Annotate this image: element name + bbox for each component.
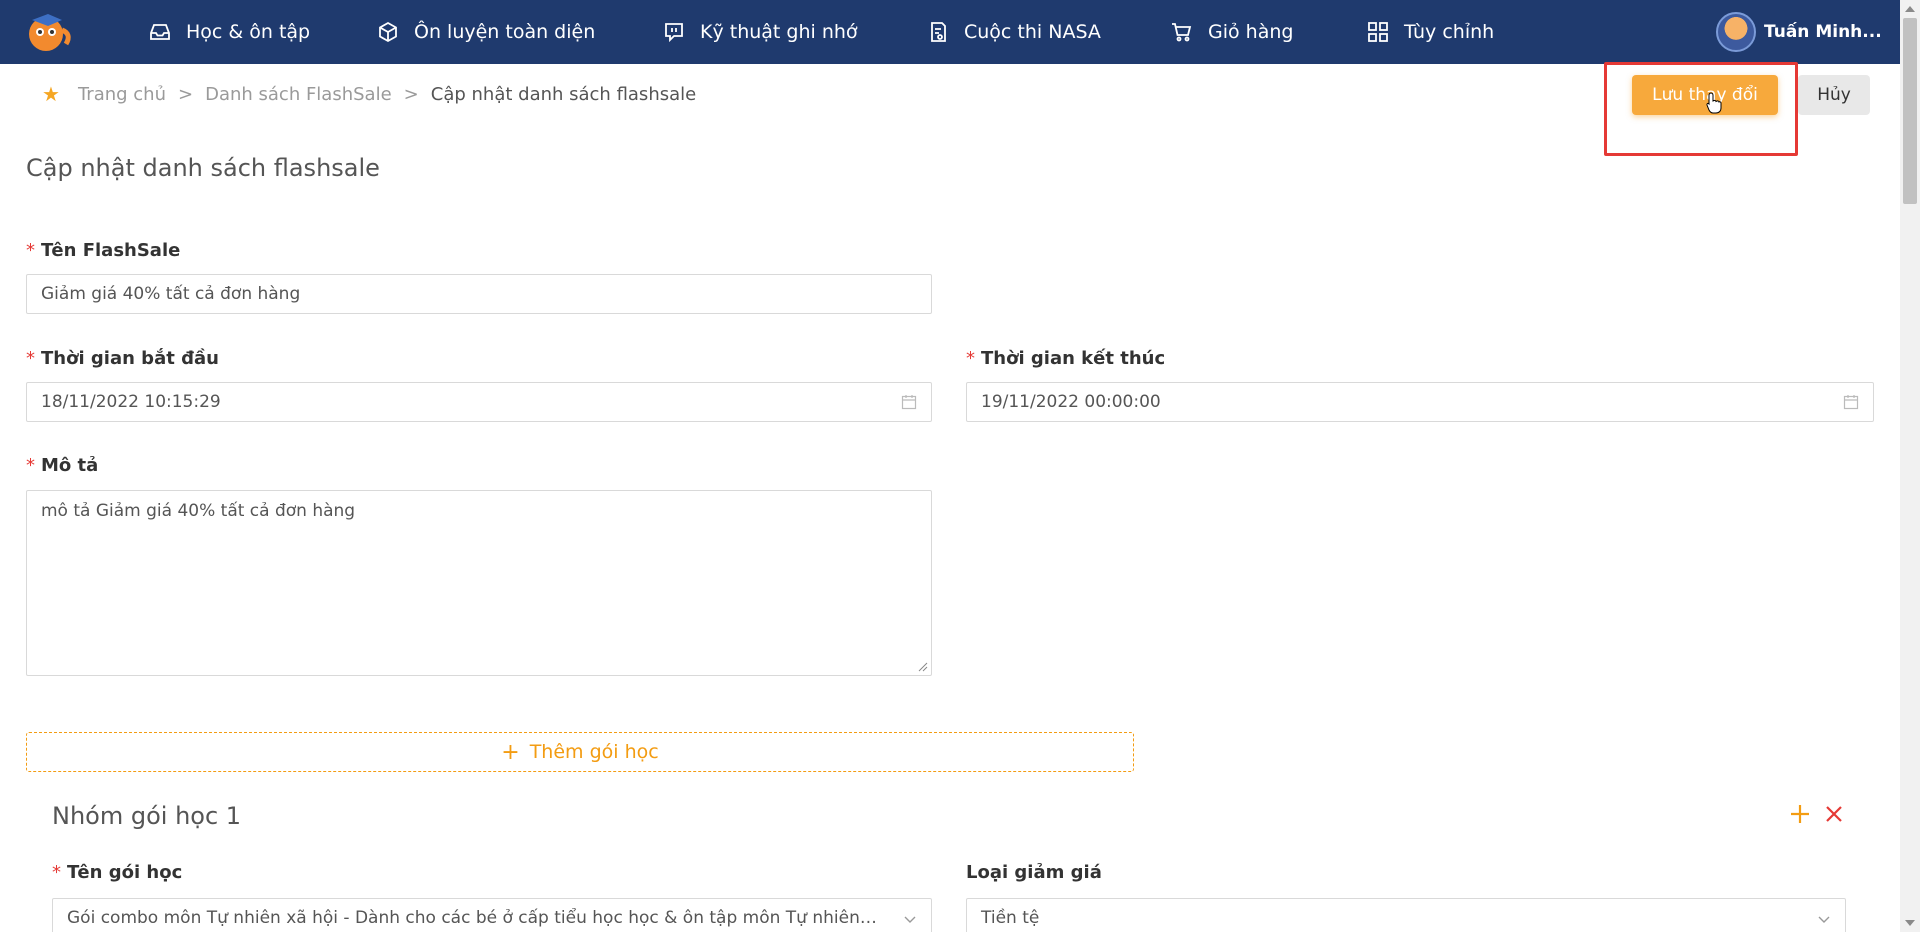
- breadcrumb-separator: >: [178, 83, 194, 105]
- discount-type-label: Loại giảm giá: [966, 862, 1102, 883]
- resize-grip-icon[interactable]: [918, 662, 928, 672]
- chevron-down-icon: [904, 916, 916, 923]
- save-button[interactable]: Lưu thay đổi: [1632, 75, 1778, 115]
- breadcrumb-home[interactable]: Trang chủ: [78, 84, 166, 105]
- cart-icon: [1172, 23, 1192, 42]
- breadcrumb-separator: >: [403, 83, 419, 105]
- nav-item-label: Học & ôn tập: [186, 21, 311, 43]
- nav-item-memory[interactable]: Kỹ thuật ghi nhớ: [662, 0, 858, 64]
- nav-item-label: Ôn luyện toàn diện: [414, 21, 596, 43]
- top-navbar: Học & ôn tập Ôn luyện toàn diện Kỹ thuật…: [0, 0, 1900, 64]
- breadcrumb-current: Cập nhật danh sách flashsale: [430, 83, 697, 105]
- scroll-up-icon[interactable]: [1905, 6, 1915, 12]
- chevron-down-icon: [1818, 916, 1830, 923]
- scroll-down-icon[interactable]: [1905, 920, 1915, 926]
- cancel-button[interactable]: Hủy: [1798, 75, 1870, 115]
- certificate-icon: [931, 22, 946, 42]
- avatar: [1716, 12, 1756, 52]
- chat-icon: [665, 23, 683, 43]
- nav-item-customize[interactable]: Tùy chỉnh: [1366, 0, 1494, 64]
- flashsale-name-input[interactable]: Giảm giá 40% tất cả đơn hàng: [26, 274, 932, 314]
- start-time-input[interactable]: 18/11/2022 10:15:29: [26, 382, 932, 422]
- box-icon: [379, 21, 397, 43]
- course-group-title: Nhóm gói học 1: [52, 802, 242, 830]
- nav-item-cart[interactable]: Giỏ hàng: [1170, 0, 1293, 64]
- start-time-label: * Thời gian bắt đầu: [26, 348, 219, 369]
- end-time-input[interactable]: 19/11/2022 00:00:00: [966, 382, 1874, 422]
- scrollbar-thumb[interactable]: [1903, 18, 1917, 204]
- breadcrumb: ★ Trang chủ > Danh sách FlashSale > Cập …: [42, 82, 696, 106]
- nav-item-contest[interactable]: Cuộc thi NASA: [926, 0, 1101, 64]
- description-textarea[interactable]: mô tả Giảm giá 40% tất cả đơn hàng: [26, 490, 932, 676]
- discount-type-select[interactable]: Tiền tệ: [966, 898, 1846, 932]
- add-course-button[interactable]: + Thêm gói học: [26, 732, 1134, 772]
- nav-item-label: Cuộc thi NASA: [964, 21, 1101, 43]
- course-name-label: * Tên gói học: [52, 862, 183, 883]
- hand-cursor-icon: [1706, 92, 1722, 114]
- grid-icon: [1368, 22, 1388, 42]
- breadcrumb-list[interactable]: Danh sách FlashSale: [205, 84, 392, 105]
- end-time-label: * Thời gian kết thúc: [966, 348, 1166, 369]
- flashsale-name-label: * Tên FlashSale: [26, 240, 181, 261]
- page-title: Cập nhật danh sách flashsale: [26, 154, 380, 182]
- plus-icon: +: [501, 739, 520, 765]
- user-name: Tuấn Minh...: [1764, 22, 1882, 42]
- nav-item-label: Kỹ thuật ghi nhớ: [700, 21, 858, 43]
- logo-icon[interactable]: [22, 10, 74, 54]
- nav-item-label: Giỏ hàng: [1208, 21, 1294, 43]
- user-menu[interactable]: Tuấn Minh...: [1716, 12, 1882, 52]
- page-scrollbar[interactable]: [1900, 0, 1920, 932]
- star-icon: ★: [42, 82, 60, 106]
- nav-item-practice[interactable]: Ôn luyện toàn diện: [376, 0, 595, 64]
- description-label: * Mô tả: [26, 455, 99, 476]
- course-name-select[interactable]: Gói combo môn Tự nhiên xã hội - Dành cho…: [52, 898, 932, 932]
- close-icon[interactable]: [1824, 804, 1844, 824]
- add-group-icon[interactable]: [1788, 802, 1812, 826]
- calendar-icon[interactable]: [1843, 394, 1859, 410]
- inbox-icon: [150, 24, 170, 40]
- calendar-icon[interactable]: [901, 394, 917, 410]
- nav-item-study[interactable]: Học & ôn tập: [148, 0, 310, 64]
- nav-item-label: Tùy chỉnh: [1404, 21, 1495, 43]
